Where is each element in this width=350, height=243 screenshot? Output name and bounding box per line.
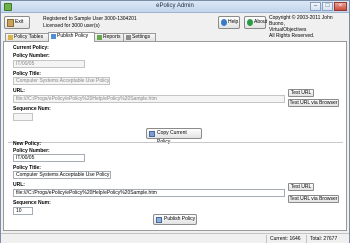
new-policy-heading: New Policy:	[13, 141, 42, 147]
info-icon	[247, 19, 253, 26]
current-policy-heading: Current Policy:	[13, 45, 49, 51]
status-empty-cell	[1, 235, 266, 243]
gear-icon	[126, 35, 131, 40]
publish-button-label: Publish Policy	[164, 216, 196, 222]
help-icon	[221, 19, 227, 26]
copyright-line: Copyright © 2003-2011 John Buono,	[269, 15, 333, 27]
current-sequence-field	[13, 113, 33, 121]
new-sequence-field[interactable]: 10	[13, 207, 33, 215]
tab-settings[interactable]: Settings	[123, 33, 156, 41]
publish-policy-button[interactable]: Publish Policy	[153, 214, 197, 225]
section-divider	[8, 142, 343, 143]
current-policy-url-label: URL:	[13, 88, 25, 94]
tab-label: Reports	[103, 34, 121, 40]
tab-policy-tables[interactable]: Policy Tables	[5, 33, 49, 41]
current-policy-number-label: Policy Number:	[13, 53, 50, 59]
new-policy-number-field[interactable]: IT/00/05	[13, 154, 85, 162]
new-policy-url-label: URL:	[13, 182, 25, 188]
registration-license: Licensed for 3000 user(s)	[43, 23, 100, 29]
close-button[interactable]: ×	[334, 2, 347, 11]
registration-info: Registered to Sample User 3000-1304201 L…	[43, 16, 137, 30]
report-icon	[97, 35, 102, 40]
publish-icon	[156, 217, 162, 223]
exit-button-label: Exit	[15, 19, 24, 25]
current-policy-number-field: IT/00/05	[13, 60, 85, 68]
current-sequence-label: Sequence Num:	[13, 106, 51, 112]
minimize-button[interactable]: –	[310, 2, 321, 11]
copy-icon	[149, 131, 155, 137]
maximize-button[interactable]: □	[322, 2, 333, 11]
help-button[interactable]: Help	[218, 16, 240, 29]
header-area: Exit Registered to Sample User 3000-1304…	[1, 13, 349, 39]
current-policy-title-field: Computer Systems Acceptable Use Policy	[13, 77, 110, 85]
new-policy-url-field[interactable]: file:///C:/Progs/ePolicy/ePolicy%20Help/…	[13, 189, 285, 197]
new-sequence-label: Sequence Num:	[13, 200, 51, 206]
publish-policy-panel: Current Policy: Policy Number: IT/00/05 …	[3, 41, 347, 231]
about-button[interactable]: About	[244, 16, 268, 29]
status-current-count: Current: 1646	[266, 235, 306, 243]
title-bar: ePolicy Admin – □ ×	[1, 1, 349, 13]
status-total-count: Total: 27677	[306, 235, 349, 243]
new-test-url-browser-button[interactable]: Test URL via Browser	[288, 195, 339, 203]
tab-reports[interactable]: Reports	[94, 33, 124, 41]
current-test-url-browser-button[interactable]: Test URL via Browser	[288, 99, 339, 107]
app-window: ePolicy Admin – □ × Exit Registered to S…	[0, 0, 350, 243]
status-bar: Current: 1646 Total: 27677	[1, 233, 349, 243]
door-icon	[7, 19, 14, 27]
current-policy-url-field: file:///C:/Progs/ePolicy/ePolicy%20Help/…	[13, 95, 285, 103]
tab-strip: Policy Tables Publish Policy Reports Set…	[3, 32, 347, 42]
copy-current-policy-button[interactable]: Copy Current Policy	[146, 128, 202, 145]
tab-label: Settings	[132, 34, 151, 40]
about-button-label: About	[254, 19, 268, 25]
window-title: ePolicy Admin	[156, 3, 194, 9]
current-test-url-button[interactable]: Test URL	[288, 89, 314, 97]
table-icon	[8, 35, 13, 40]
tab-label: Policy Tables	[14, 34, 44, 40]
tab-label: Publish Policy	[57, 33, 89, 39]
new-test-url-button[interactable]: Test URL	[288, 183, 314, 191]
new-policy-title-field[interactable]: Computer Systems Acceptable Use Policy	[13, 171, 111, 179]
tab-publish-policy[interactable]: Publish Policy	[48, 32, 95, 42]
publish-icon	[51, 34, 56, 39]
exit-button[interactable]: Exit	[4, 16, 30, 29]
registration-user: Registered to Sample User 3000-1304201	[43, 16, 137, 22]
help-button-label: Help	[228, 19, 239, 25]
